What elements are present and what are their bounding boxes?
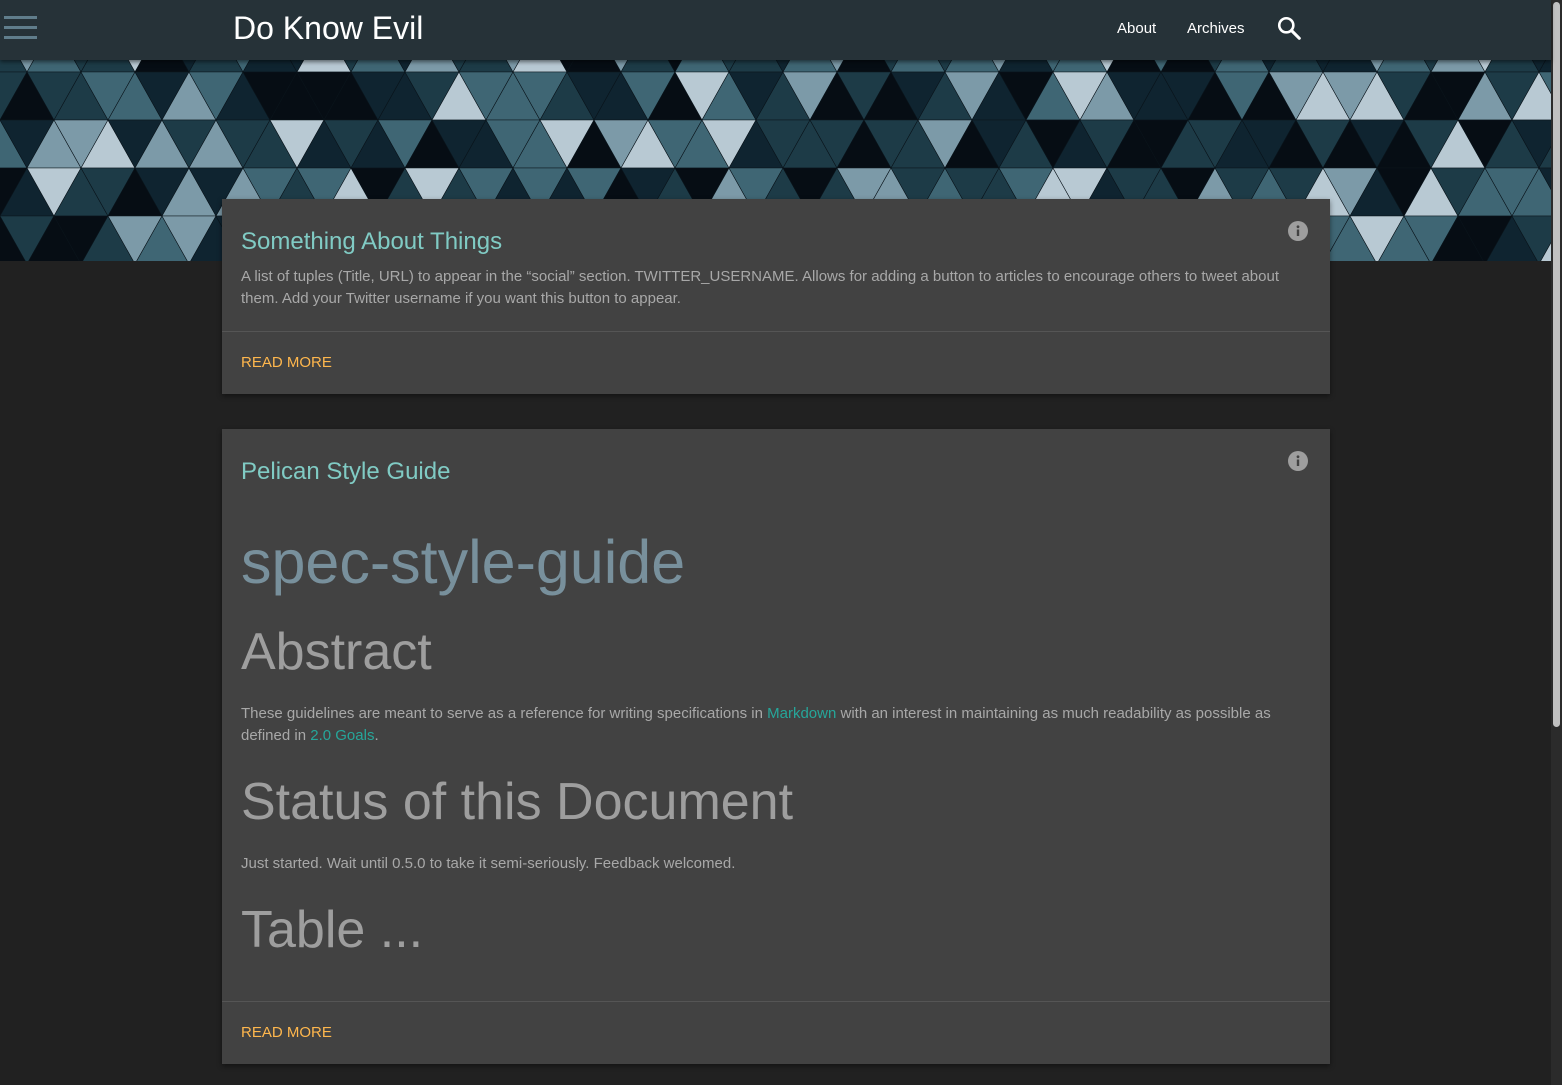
hero-triangle [80,60,136,73]
hero-triangle [1268,60,1324,73]
scrollbar-thumb[interactable] [1553,2,1560,727]
divider [222,331,1330,332]
hero-triangle [350,60,406,73]
hero-triangle [566,60,622,73]
abstract-paragraph: These guidelines are meant to serve as a… [241,703,1291,747]
abstract-text: These guidelines are meant to serve as a… [241,705,768,722]
hero-triangle [674,60,730,73]
hero-triangle [512,60,568,73]
hero-triangle [1106,60,1162,73]
info-icon [1288,451,1308,471]
hero-triangle [134,60,190,73]
post-title[interactable]: Pelican Style Guide [241,457,450,487]
hero-triangle [1322,60,1378,73]
hamburger-icon-line [4,16,37,19]
hero-triangle [890,60,946,73]
hero-triangle [944,60,1000,73]
hero-triangle [404,60,460,73]
post-title[interactable]: Something About Things [241,227,502,257]
read-more-link[interactable]: READ MORE [241,353,332,373]
nav-link-archives[interactable]: Archives [1187,19,1245,39]
hero-triangle [1052,60,1108,73]
hero-triangle [836,60,892,73]
post-summary: A list of tuples (Title, URL) to appear … [241,268,1279,307]
menu-button[interactable] [4,14,37,41]
hero-triangle [1484,60,1540,73]
hero-triangle [620,60,676,73]
markdown-link[interactable]: Markdown [767,705,836,722]
goals-link[interactable]: 2.0 Goals [310,727,374,744]
search-button[interactable] [1276,15,1302,41]
hero-triangle [728,60,784,73]
hero-triangle [1214,60,1270,73]
search-icon [1277,16,1301,40]
hamburger-icon-line [4,36,37,39]
hamburger-icon-line [4,26,37,29]
top-app-bar: Do Know Evil About Archives [0,0,1551,60]
hero-triangle [1430,60,1486,73]
status-paragraph: Just started. Wait until 0.5.0 to take i… [241,855,736,872]
nav-link-about[interactable]: About [1117,19,1156,39]
post-card: Something About Things A list of tuples … [222,199,1330,394]
info-button[interactable] [1288,451,1308,471]
site-title[interactable]: Do Know Evil [233,8,423,48]
hero-triangle [782,60,838,73]
abstract-text: . [374,727,379,744]
content-heading-abstract: Abstract [241,623,432,681]
hero-triangle [458,60,514,73]
hero-triangle [188,60,244,73]
read-more-link[interactable]: READ MORE [241,1023,332,1043]
hero-triangle [1160,60,1216,73]
hero-triangle [242,60,298,73]
post-card: Pelican Style Guide spec-style-guide Abs… [222,429,1330,1064]
hero-triangle [1376,60,1432,73]
divider [222,1001,1330,1002]
content-heading-status: Status of this Document [241,773,794,831]
info-icon [1288,221,1308,241]
hero-triangle [296,60,352,73]
info-button[interactable] [1288,221,1308,241]
content-heading-table: Table ... [241,901,424,959]
hero-triangle [26,60,82,73]
hero-triangle [998,60,1054,73]
scrollbar[interactable] [1551,0,1562,1085]
content-heading-h1: spec-style-guide [241,528,686,596]
